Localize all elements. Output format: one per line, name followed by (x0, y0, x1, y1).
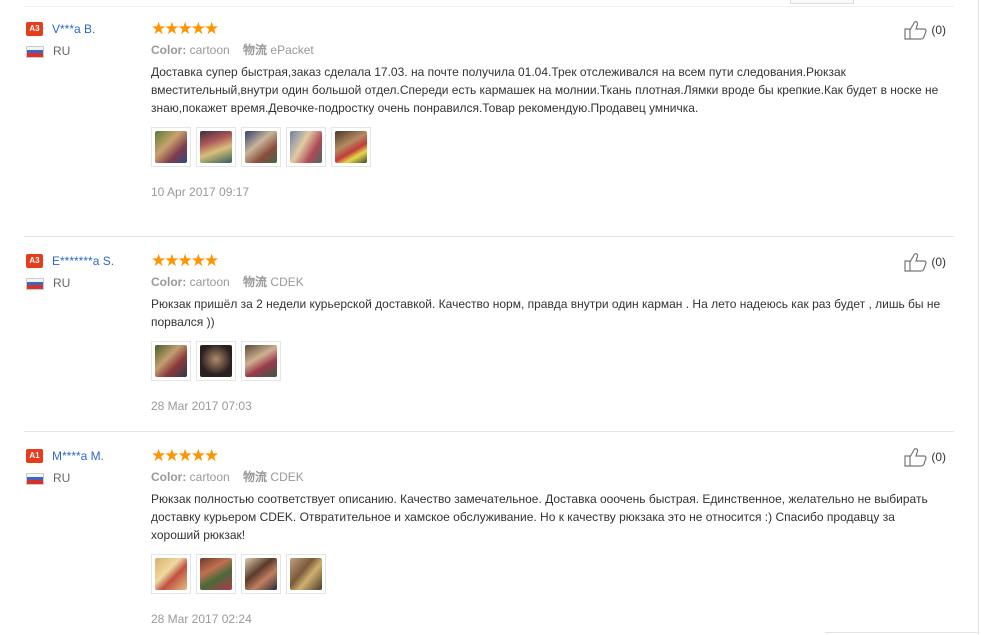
review-photos (151, 127, 851, 169)
shipping-label: 物流 (243, 43, 268, 57)
buyer-country: RU (26, 276, 70, 290)
color-label: Color: (151, 470, 187, 484)
buyer-country: RU (26, 471, 70, 485)
review-photo-thumbnail[interactable] (151, 341, 191, 381)
order-properties: Color: cartoon 物流 CDEK (151, 274, 851, 290)
shipping-label: 物流 (243, 470, 268, 484)
review-text: Доставка супер быстрая,заказ сделала 17.… (151, 65, 939, 115)
order-properties: Color: cartoon 物流 CDEK (151, 469, 851, 485)
thumbs-up-icon (904, 448, 927, 467)
review-photo-thumbnail[interactable] (151, 127, 191, 167)
review-content: ★★★★★ Color: cartoon 物流 ePacket Доставка… (151, 19, 938, 199)
star-rating: ★★★★★ (151, 19, 219, 38)
review-photo-thumbnail[interactable] (241, 554, 281, 594)
review-photo-thumbnail[interactable] (286, 127, 326, 167)
buyer-level-badge: A3 (26, 21, 43, 36)
review-photos (151, 554, 851, 596)
review-photo-thumbnail[interactable] (286, 554, 326, 594)
helpful-count: (0) (931, 450, 947, 464)
buyer-name-link[interactable]: V***a B. (52, 22, 95, 36)
review-item: A3 E*******a S. RU ★★★★★ Color: cartoon 物… (24, 252, 954, 417)
helpful-button[interactable]: (0) (904, 20, 946, 40)
buyer-level-badge: A3 (26, 253, 43, 268)
review-item: A1 M****a M. RU ★★★★★ Color: cartoon 物流 C… (24, 447, 954, 632)
review-item: A3 V***a B. RU ★★★★★ Color: cartoon 物流 eP… (24, 20, 954, 220)
buyer-country: RU (26, 44, 70, 58)
review-text: Рюкзак полностью соответствует описанию.… (151, 492, 928, 542)
review-photo-thumbnail[interactable] (196, 341, 236, 381)
thumbs-up-icon (904, 253, 927, 272)
review-content: ★★★★★ Color: cartoon 物流 CDEK Рюкзак полн… (151, 446, 928, 626)
review-photo-thumbnail[interactable] (151, 554, 191, 594)
top-divider (24, 6, 954, 7)
buyer-level-badge: A1 (26, 448, 43, 463)
shipping-label: 物流 (243, 275, 268, 289)
review-divider (24, 431, 954, 432)
shipping-value: CDEK (270, 275, 304, 289)
review-date: 28 Mar 2017 07:03 (151, 399, 252, 413)
review-photo-thumbnail[interactable] (241, 127, 281, 167)
buyer-info: A3 E*******a S. (26, 252, 114, 270)
review-photos (151, 341, 851, 383)
review-photo-thumbnail[interactable] (196, 554, 236, 594)
russia-flag-icon (26, 472, 44, 485)
helpful-count: (0) (931, 23, 947, 37)
country-code: RU (53, 276, 71, 290)
russia-flag-icon (26, 45, 44, 58)
color-label: Color: (151, 43, 187, 57)
country-code: RU (53, 471, 71, 485)
order-properties: Color: cartoon 物流 ePacket (151, 42, 851, 58)
review-date: 28 Mar 2017 02:24 (151, 612, 252, 626)
russia-flag-icon (26, 277, 44, 290)
review-text: Рюкзак пришёл за 2 недели курьерской дос… (151, 297, 941, 329)
buyer-info: A1 M****a M. (26, 447, 104, 465)
shipping-value: CDEK (270, 470, 304, 484)
star-rating: ★★★★★ (151, 251, 219, 270)
top-tab-edge (790, 0, 854, 4)
review-content: ★★★★★ Color: cartoon 物流 CDEK Рюкзак приш… (151, 251, 940, 413)
review-divider (24, 236, 954, 237)
color-label: Color: (151, 275, 187, 289)
helpful-button[interactable]: (0) (904, 447, 946, 467)
review-photo-thumbnail[interactable] (241, 341, 281, 381)
color-value: cartoon (189, 275, 230, 289)
buyer-info: A3 V***a B. (26, 20, 95, 38)
buyer-name-link[interactable]: E*******a S. (52, 254, 114, 268)
helpful-button[interactable]: (0) (904, 252, 946, 272)
review-photo-thumbnail[interactable] (196, 127, 236, 167)
shipping-value: ePacket (270, 43, 314, 57)
buyer-name-link[interactable]: M****a M. (52, 449, 104, 463)
star-rating: ★★★★★ (151, 446, 219, 465)
country-code: RU (53, 44, 71, 58)
color-value: cartoon (189, 470, 230, 484)
thumbs-up-icon (904, 21, 927, 40)
review-date: 10 Apr 2017 09:17 (151, 185, 250, 199)
helpful-count: (0) (931, 255, 947, 269)
frame-border-bottom (825, 632, 979, 633)
frame-border-right (978, 0, 979, 635)
review-photo-thumbnail[interactable] (331, 127, 371, 167)
color-value: cartoon (189, 43, 230, 57)
